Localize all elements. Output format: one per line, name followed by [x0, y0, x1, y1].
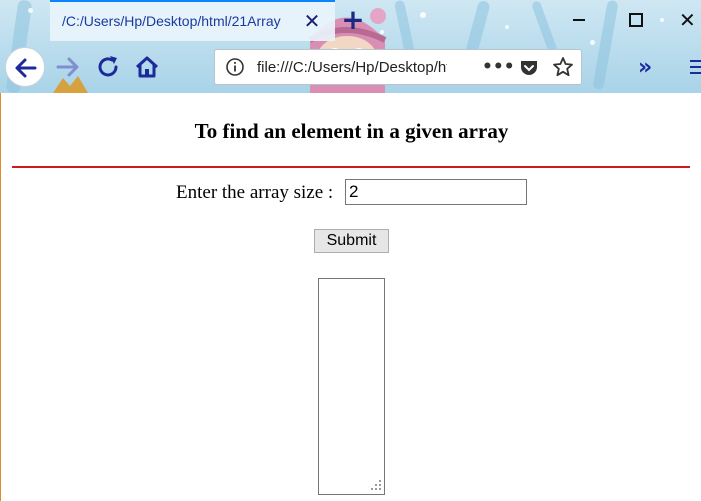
forward-button[interactable] [50, 48, 88, 86]
arrow-right-icon [56, 57, 79, 77]
toolbar-overflow-button[interactable]: » [638, 55, 662, 81]
submit-button[interactable]: Submit [314, 229, 389, 253]
window-close-button[interactable]: ✕ [679, 8, 701, 32]
browser-toolbar: /C:/Users/Hp/Desktop/html/21Array ✕ + ✕ [0, 0, 701, 93]
pocket-icon[interactable] [519, 58, 539, 78]
resize-grip-icon[interactable] [370, 479, 382, 491]
snowflake [420, 12, 426, 18]
page-content: To find an element in a given array Ente… [0, 93, 701, 501]
window-minimize-button[interactable] [566, 8, 592, 32]
url-text[interactable]: file:///C:/Users/Hp/Desktop/html/21Array… [257, 59, 447, 79]
back-button[interactable] [5, 47, 45, 87]
hamburger-menu-icon[interactable] [686, 57, 701, 77]
array-elements-textarea[interactable] [318, 278, 385, 495]
array-size-label: Enter the array size : [176, 182, 334, 203]
snowflake [590, 40, 595, 45]
home-icon [135, 56, 159, 78]
new-tab-button[interactable]: + [339, 5, 367, 35]
info-icon[interactable] [225, 57, 245, 77]
background-branch [592, 0, 619, 91]
arrow-left-icon [15, 58, 37, 78]
star-icon[interactable] [552, 56, 574, 78]
background-branch [530, 0, 559, 55]
home-button[interactable] [128, 48, 166, 86]
array-size-row: Enter the array size : [1, 179, 701, 205]
horizontal-rule [12, 166, 690, 168]
tab-close-icon[interactable]: ✕ [301, 10, 323, 32]
page-actions-menu-icon[interactable]: ••• [482, 55, 515, 79]
window-maximize-button[interactable] [622, 8, 648, 32]
snowflake [660, 18, 664, 22]
page-title: To find an element in a given array [194, 119, 509, 143]
array-size-input[interactable] [345, 179, 527, 205]
snowflake [505, 25, 509, 29]
tab-title: /C:/Users/Hp/Desktop/html/21Array [62, 13, 281, 29]
browser-tab[interactable]: /C:/Users/Hp/Desktop/html/21Array ✕ [50, 0, 335, 41]
reload-button[interactable] [90, 48, 128, 86]
snowflake [28, 8, 33, 13]
reload-icon [98, 56, 118, 77]
address-bar[interactable]: file:///C:/Users/Hp/Desktop/html/21Array… [214, 49, 582, 85]
